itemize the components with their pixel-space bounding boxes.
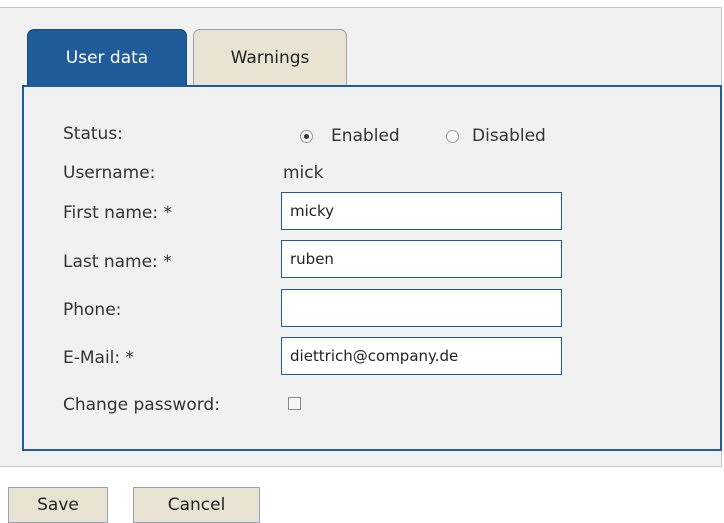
tab-user-data-label: User data [65, 48, 149, 68]
save-button[interactable]: Save [8, 487, 108, 523]
change-password-checkbox[interactable] [288, 397, 301, 410]
last-name-label: Last name: * [63, 252, 172, 272]
tab-user-data[interactable]: User data [27, 29, 187, 86]
status-label: Status: [63, 124, 123, 144]
phone-input[interactable] [281, 289, 562, 327]
username-value: mick [283, 163, 324, 183]
email-label: E-Mail: * [63, 348, 135, 368]
email-input[interactable] [281, 337, 562, 375]
phone-label: Phone: [63, 300, 122, 320]
status-enabled-radio[interactable] [300, 130, 313, 143]
change-password-label: Change password: [63, 395, 220, 415]
first-name-label: First name: * [63, 203, 173, 223]
cancel-button[interactable]: Cancel [133, 487, 260, 523]
status-enabled-label[interactable]: Enabled [331, 126, 400, 146]
status-disabled-label[interactable]: Disabled [472, 126, 546, 146]
last-name-input[interactable] [281, 240, 562, 278]
first-name-input[interactable] [281, 192, 562, 230]
tab-warnings[interactable]: Warnings [193, 29, 347, 85]
status-disabled-radio[interactable] [446, 130, 459, 143]
username-label: Username: [63, 163, 156, 183]
tab-warnings-label: Warnings [230, 47, 310, 68]
